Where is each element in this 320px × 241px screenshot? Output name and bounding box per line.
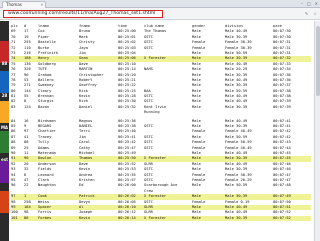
cell-bib: 86 — [24, 215, 29, 220]
cell-lname: Forbes — [38, 215, 52, 220]
side-ad-banner[interactable]: 88 28 MA est — [0, 21, 9, 241]
vertical-scrollbar[interactable] — [314, 21, 320, 241]
page-content: 88 28 MA est plc # lname fname time club na… — [0, 21, 320, 241]
window-controls: – □ × — [301, 0, 318, 7]
ad-color-block — [0, 71, 9, 93]
ad-text: 88 — [1, 61, 8, 66]
table-body: 69 17 Cox Bruno 00:25:00 The Thomas Male Male 4… — [11, 29, 311, 222]
cell-club: X Forester — [144, 215, 167, 220]
cell-fname: Kevin — [79, 215, 91, 220]
minimize-icon[interactable]: – — [301, 0, 303, 7]
ad-color-block — [0, 101, 9, 123]
cell-plc: 101 — [11, 215, 18, 220]
table-row: 101 86 Forbes Kevin 00:26:14 X Forester Male Ma… — [11, 215, 311, 222]
scrollbar-thumb[interactable] — [316, 26, 320, 96]
close-window-icon[interactable]: × — [315, 0, 318, 7]
cell-time: 00:26:14 — [118, 215, 136, 220]
browser-toolbar: www.coolrunning.com/results/11/ma/Aug27_… — [0, 8, 320, 20]
cell-gender: Male — [192, 215, 201, 220]
ad-text: 28 — [1, 93, 8, 98]
ad-text: MA — [0, 125, 9, 130]
settings-icon[interactable]: ✎ — [305, 10, 308, 18]
ad-color-block — [0, 131, 9, 153]
address-bar-url[interactable]: www.coolrunning.com/results/11/ma/Aug27_… — [8, 11, 155, 17]
ad-text: est — [0, 157, 8, 162]
bookmark-star-icon[interactable]: ☆ — [313, 10, 317, 18]
ad-color-block — [0, 41, 9, 63]
address-bar[interactable]: www.coolrunning.com/results/11/ma/Aug27_… — [3, 10, 163, 18]
ad-color-block — [0, 161, 9, 183]
ad-color-block — [0, 191, 9, 213]
tab-thomas[interactable]: Thomas × — [2, 1, 46, 8]
maximize-icon[interactable]: □ — [307, 0, 311, 7]
tab-bar: Thomas × – □ × — [0, 0, 320, 8]
cell-pace: 00:07:52 — [273, 215, 291, 220]
cell-division: Male 30-39 — [225, 215, 248, 220]
results-table: plc # lname fname time club name gender … — [11, 24, 311, 222]
